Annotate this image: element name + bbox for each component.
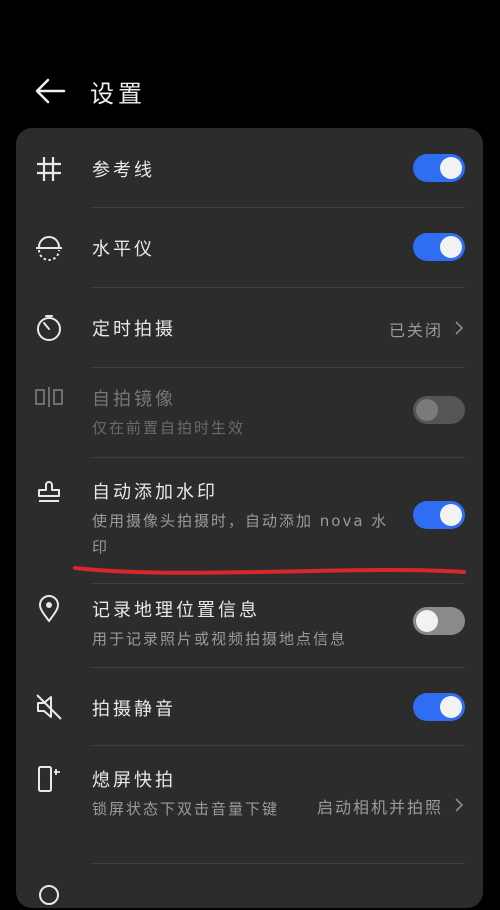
hash-grid-icon: [37, 157, 61, 181]
setting-timer[interactable]: 定时拍摄 已关闭: [16, 288, 483, 368]
speaker-mute-icon: [36, 694, 62, 720]
setting-next-partial[interactable]: [16, 864, 483, 908]
toggle-knob: [416, 399, 438, 421]
screen-off-snap-icon: [38, 766, 60, 792]
watermark-label: 自动添加水印: [92, 482, 218, 503]
back-arrow-icon[interactable]: [34, 76, 66, 106]
watermark-toggle[interactable]: [413, 501, 465, 529]
page-title: 设置: [90, 80, 146, 108]
mute-label: 拍摄静音: [92, 699, 176, 720]
settings-card: 参考线 水平仪 定时拍摄 已关闭 自拍镜像 仅在前置自拍时生效 自动添加水印 使…: [16, 128, 483, 908]
snapshot-desc: 锁屏状态下双击音量下键: [92, 800, 280, 818]
watermark-desc: 使用摄像头拍摄时，自动添加 nova 水印: [92, 512, 389, 556]
mirror-icon: [35, 387, 63, 407]
level-label: 水平仪: [92, 239, 155, 260]
mirror-toggle[interactable]: [413, 396, 465, 424]
app-header: 设置: [0, 0, 500, 130]
location-label: 记录地理位置信息: [92, 600, 260, 621]
mirror-label: 自拍镜像: [92, 389, 176, 410]
location-toggle[interactable]: [413, 607, 465, 635]
mute-toggle[interactable]: [413, 693, 465, 721]
snapshot-value: 启动相机并拍照: [316, 798, 443, 817]
toggle-knob: [440, 504, 462, 526]
snapshot-label: 熄屏快拍: [92, 770, 176, 791]
setting-mirror[interactable]: 自拍镜像 仅在前置自拍时生效: [16, 368, 483, 458]
chevron-right-icon: [455, 798, 464, 812]
location-desc: 用于记录照片或视频拍摄地点信息: [92, 630, 348, 648]
toggle-knob: [440, 696, 462, 718]
level-icon: [36, 236, 62, 261]
setting-gridlines[interactable]: 参考线: [16, 128, 483, 208]
toggle-knob: [440, 157, 462, 179]
setting-mute[interactable]: 拍摄静音: [16, 668, 483, 746]
location-pin-icon: [39, 595, 59, 622]
setting-snapshot[interactable]: 熄屏快拍 锁屏状态下双击音量下键 启动相机并拍照: [16, 746, 483, 864]
stamp-icon: [38, 481, 60, 502]
partial-icon: [39, 885, 59, 905]
red-annotation-line: [73, 566, 466, 575]
mirror-desc: 仅在前置自拍时生效: [92, 419, 246, 437]
toggle-knob: [440, 236, 462, 258]
setting-level[interactable]: 水平仪: [16, 208, 483, 288]
timer-label: 定时拍摄: [92, 319, 176, 340]
level-toggle[interactable]: [413, 233, 465, 261]
gridlines-toggle[interactable]: [413, 154, 465, 182]
toggle-knob: [416, 610, 438, 632]
timer-icon: [37, 315, 61, 341]
gridlines-label: 参考线: [92, 160, 155, 181]
setting-location[interactable]: 记录地理位置信息 用于记录照片或视频拍摄地点信息: [16, 584, 483, 668]
timer-value: 已关闭: [388, 321, 443, 340]
chevron-right-icon: [455, 321, 464, 335]
